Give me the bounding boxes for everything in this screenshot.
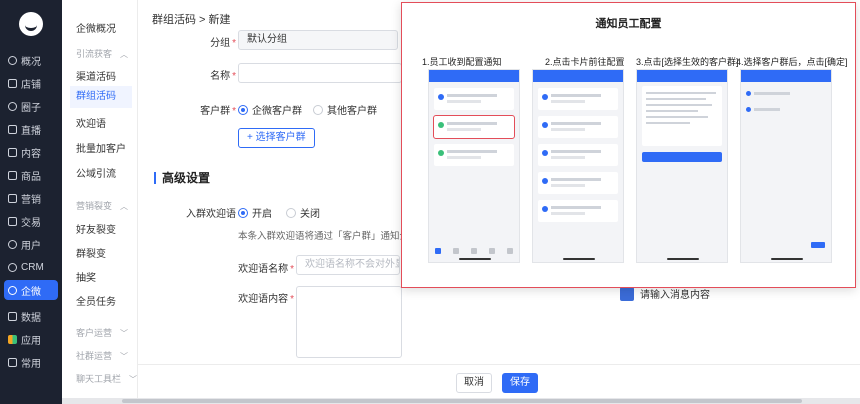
nav-item-overview[interactable]: 概况: [4, 50, 58, 70]
step-label-2: 2.点击卡片前往配置: [545, 57, 625, 67]
circle-icon: [8, 101, 17, 111]
live-icon: [8, 124, 17, 134]
welcome-name-input[interactable]: 欢迎语名称不会对外显示: [296, 255, 400, 275]
sub-item-lottery[interactable]: 抽奖: [76, 269, 96, 284]
select-group-button[interactable]: + 选择客户群: [238, 128, 315, 148]
step-label-4: 4.选择客户群后，点击[确定]: [736, 57, 848, 67]
sub-group-chat-tools[interactable]: 聊天工具栏 ﹀: [76, 372, 137, 385]
sub-group-acquire[interactable]: 引流获客 ︿: [76, 47, 128, 60]
sub-group-customer-ops[interactable]: 客户运营 ﹀: [76, 326, 128, 339]
welcome-content-textarea[interactable]: [296, 286, 402, 358]
phone-mockup-2: [532, 69, 624, 263]
welcome-hint: 本条入群欢迎语将通过「客户群」通知企业: [238, 231, 419, 242]
radio-other-group[interactable]: 其他客户群: [313, 102, 377, 117]
marketing-icon: [8, 193, 17, 203]
chevron-down-icon: ﹀: [120, 352, 129, 361]
sub-item-friend-fission[interactable]: 好友裂变: [76, 221, 116, 236]
secondary-sidebar: 企微概况 引流获客 ︿ 渠道活码 群组活码 欢迎语 批量加客户 公域引流 营销裂变…: [62, 0, 138, 404]
logo-icon: [19, 12, 43, 36]
nav-item-crm[interactable]: CRM: [4, 257, 58, 277]
name-label: 名称 *: [210, 71, 236, 82]
nav-item-frequent[interactable]: 常用: [4, 352, 58, 372]
data-icon: [8, 311, 17, 321]
frequent-icon: [8, 357, 17, 367]
primary-nav: 概况 店铺 圈子 直播 内容 商品 营销 交易 用户 CRM 企微 数据 应用 …: [0, 0, 62, 404]
user-icon: [8, 239, 17, 249]
sub-group-community-ops[interactable]: 社群运营 ﹀: [76, 349, 128, 362]
message-preview: 请输入消息内容: [620, 286, 710, 301]
breadcrumb: 群组活码 > 新建: [152, 14, 231, 26]
nav-item-circle[interactable]: 圈子: [4, 96, 58, 116]
name-input[interactable]: [238, 63, 402, 83]
nav-item-shop[interactable]: 店铺: [4, 73, 58, 93]
sub-item-domain-traffic[interactable]: 公域引流: [76, 165, 116, 180]
chevron-up-icon: ︿: [120, 202, 129, 211]
content-icon: [8, 147, 17, 157]
group-select[interactable]: 默认分组: [238, 30, 398, 50]
sub-item-staff-task[interactable]: 全员任务: [76, 293, 116, 308]
crm-icon: [8, 262, 17, 272]
goods-icon: [8, 170, 17, 180]
nav-item-wecom[interactable]: 企微: [4, 280, 58, 300]
radio-welcome-on[interactable]: 开启: [238, 205, 272, 220]
welcome-name-label: 欢迎语名称 *: [238, 264, 294, 275]
shop-icon: [8, 78, 17, 88]
radio-welcome-off[interactable]: 关闭: [286, 205, 320, 220]
chevron-down-icon: ﹀: [129, 375, 138, 384]
sub-item-group-code[interactable]: 群组活码: [70, 86, 132, 108]
popover-title: 通知员工配置: [595, 18, 662, 30]
step-label-3: 3.点击[选择生效的客户群]: [636, 57, 739, 67]
nav-item-data[interactable]: 数据: [4, 306, 58, 326]
apps-icon: [8, 334, 17, 344]
welcome-label: 入群欢迎语: [186, 209, 236, 220]
wecom-icon: [8, 285, 17, 295]
radio-wecom-group[interactable]: 企微客户群: [238, 102, 302, 117]
trade-icon: [8, 216, 17, 226]
nav-item-goods[interactable]: 商品: [4, 165, 58, 185]
welcome-content-label: 欢迎语内容 *: [238, 294, 294, 305]
scrollbar-thumb[interactable]: [122, 399, 802, 403]
group-label: 分组 *: [210, 38, 236, 49]
sub-group-fission[interactable]: 营销裂变 ︿: [76, 199, 128, 212]
sub-item-welcome[interactable]: 欢迎语: [76, 115, 106, 130]
step-label-1: 1.员工收到配置通知: [422, 57, 502, 67]
nav-item-live[interactable]: 直播: [4, 119, 58, 139]
advanced-settings-title: 高级设置: [154, 172, 210, 184]
sub-item-batch-add[interactable]: 批量加客户: [76, 140, 126, 155]
nav-item-apps[interactable]: 应用: [4, 329, 58, 349]
phone-mockup-3: [636, 69, 728, 263]
nav-item-user[interactable]: 用户: [4, 234, 58, 254]
save-button[interactable]: 保存: [502, 373, 538, 393]
sub-item-overview[interactable]: 企微概况: [76, 20, 116, 35]
nav-item-content[interactable]: 内容: [4, 142, 58, 162]
highlighted-notice-card: [433, 115, 515, 139]
select-effective-group-button: [642, 152, 722, 162]
horizontal-scrollbar[interactable]: [62, 398, 860, 404]
confirm-button-thumb: [811, 242, 825, 248]
sub-item-group-fission[interactable]: 群裂变: [76, 245, 106, 260]
phone-mockup-4: [740, 69, 832, 263]
overview-icon: [8, 55, 17, 65]
sub-item-channel-code[interactable]: 渠道活码: [76, 68, 116, 83]
nav-item-trade[interactable]: 交易: [4, 211, 58, 231]
notify-staff-config-popover: 通知员工配置 1.员工收到配置通知 2.点击卡片前往配置 3.点击[选择生效的客…: [401, 2, 856, 288]
customer-group-label: 客户群 *: [200, 106, 236, 117]
phone-mockup-1: [428, 69, 520, 263]
nav-item-marketing[interactable]: 营销: [4, 188, 58, 208]
chevron-up-icon: ︿: [120, 50, 129, 59]
cancel-button[interactable]: 取消: [456, 373, 492, 393]
chevron-down-icon: ﹀: [120, 329, 129, 338]
image-placeholder-icon: [620, 286, 634, 301]
